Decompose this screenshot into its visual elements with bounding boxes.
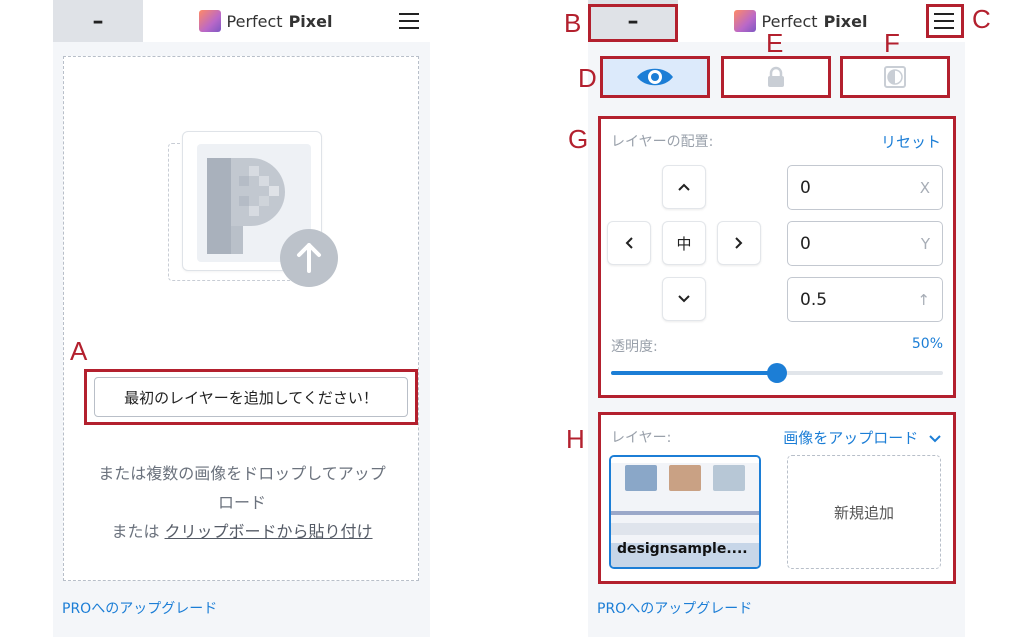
x-position-input[interactable]: 0 X: [787, 165, 943, 210]
opacity-slider-fill: [611, 371, 777, 375]
annotation-label-g: G: [568, 124, 589, 154]
lock-icon: [768, 66, 784, 87]
minimize-button[interactable]: –: [53, 0, 143, 42]
upload-illustration: [164, 129, 340, 289]
drop-line-1: または複数の画像をドロップしてアップ: [98, 464, 386, 483]
annotation-label-c: C: [972, 4, 991, 34]
hamburger-icon: [399, 13, 419, 29]
annotation-box-b: [588, 4, 678, 42]
move-left-button[interactable]: [607, 221, 651, 265]
move-up-button[interactable]: [662, 165, 706, 209]
layer-thumbnail[interactable]: designsample....: [609, 455, 761, 569]
opacity-value: 50%: [911, 336, 943, 352]
y-unit-label: Y: [920, 234, 930, 253]
position-label: レイヤーの配置:: [611, 134, 714, 150]
tab-lock[interactable]: [721, 56, 831, 98]
reset-button[interactable]: リセット: [881, 131, 941, 152]
move-right-button[interactable]: [717, 221, 761, 265]
logo: Perfect Pixel: [143, 10, 388, 32]
image-drop-zone[interactable]: 最初のレイヤーを追加してください！ または複数の画像をドロップしてアップ ロード…: [63, 56, 419, 581]
scale-arrow-icon: ↑: [917, 290, 930, 309]
layer-position-settings: レイヤーの配置: リセット 中 0 X 0 Y 0.5 ↑ 透明度: 50%: [598, 116, 956, 398]
chevron-right-icon: [735, 237, 743, 249]
x-value: 0: [800, 177, 811, 198]
add-first-layer-button[interactable]: 最初のレイヤーを追加してください！: [94, 377, 408, 417]
opacity-slider-thumb[interactable]: [767, 363, 787, 383]
pro-upgrade-link[interactable]: PROへのアップグレード: [597, 598, 752, 618]
annotation-label-h: H: [566, 424, 585, 454]
logo-icon: [198, 10, 221, 32]
annotation-label-f: F: [884, 28, 900, 58]
logo-text: Perfect: [226, 11, 283, 31]
logo-text-bold: Pixel: [288, 11, 333, 31]
x-unit-label: X: [919, 178, 930, 197]
chevron-down-icon: [678, 295, 690, 303]
logo-text-bold: Pixel: [823, 11, 868, 31]
move-down-button[interactable]: [662, 277, 706, 321]
drop-line-3-prefix: または: [111, 522, 165, 541]
scale-value: 0.5: [800, 289, 828, 310]
drop-line-2: ロード: [217, 493, 266, 512]
right-extension-panel: – Perfect Pixel レイヤーの配置: リセット 中 0 X 0 Y …: [588, 0, 965, 637]
chevron-down-icon: [929, 435, 941, 443]
menu-button[interactable]: [388, 0, 430, 42]
panel-header: – Perfect Pixel: [53, 0, 430, 42]
add-new-layer-button[interactable]: 新規追加: [787, 455, 941, 569]
scale-input[interactable]: 0.5 ↑: [787, 277, 943, 322]
y-value: 0: [800, 233, 811, 254]
left-extension-panel: – Perfect Pixel 最初のレイヤーを追加してください！ または複数の…: [53, 0, 430, 637]
center-button[interactable]: 中: [662, 221, 706, 265]
layer-name: designsample....: [617, 541, 748, 557]
pro-upgrade-link[interactable]: PROへのアップグレード: [62, 598, 217, 618]
annotation-label-d: D: [578, 63, 597, 93]
eye-icon: [637, 68, 673, 86]
annotation-label-e: E: [766, 28, 784, 58]
invert-colors-icon: [884, 66, 906, 88]
annotation-box-a: 最初のレイヤーを追加してください！: [84, 369, 418, 425]
opacity-label: 透明度:: [611, 339, 658, 355]
tab-visibility[interactable]: [600, 56, 710, 98]
upload-arrow-icon: [280, 229, 338, 287]
annotation-box-c: [926, 4, 964, 38]
opacity-slider[interactable]: [611, 363, 943, 383]
chevron-up-icon: [678, 183, 690, 191]
tab-invert[interactable]: [840, 56, 950, 98]
drop-instructions: または複数の画像をドロップしてアップ ロード または クリップボードから貼り付け: [64, 459, 420, 546]
layers-section: レイヤー: 画像をアップロード designsample.... 新規追加: [598, 412, 956, 584]
annotation-label-b: B: [564, 8, 582, 38]
chevron-left-icon: [625, 237, 633, 249]
logo-icon: [733, 10, 756, 32]
paste-from-clipboard-link[interactable]: クリップボードから貼り付け: [165, 522, 373, 541]
annotation-label-a: A: [70, 336, 88, 366]
upload-image-dropdown[interactable]: 画像をアップロード: [783, 427, 941, 448]
y-position-input[interactable]: 0 Y: [787, 221, 943, 266]
layers-label: レイヤー:: [611, 430, 672, 446]
